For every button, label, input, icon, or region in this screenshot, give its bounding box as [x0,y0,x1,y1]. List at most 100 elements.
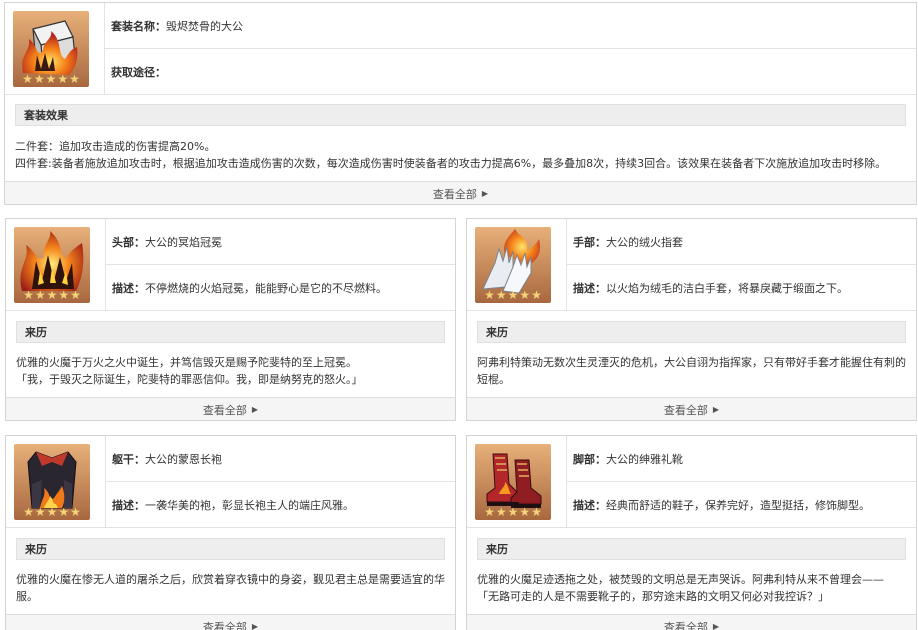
star-icon: ★ [23,505,34,519]
piece-slot-label: 躯干： [112,452,145,466]
lore-line: 阿弗利特策动无数次生灵湮灭的危机，大公自诩为指挥家，只有带好手套才能握住有刺的短… [477,356,906,386]
piece-desc-row: 描述： 以火焰为绒毛的洁白手套，将暴戾藏于缎面之下。 [567,265,916,311]
piece-slot-label: 手部： [573,235,606,249]
star-icon: ★ [45,72,57,86]
piece-desc-label: 描述： [112,499,145,512]
set-thumbnail: ★ ★ ★ ★ ★ [13,11,89,87]
view-all-label: 查看全部 [202,620,247,630]
lore-line: 「无路可走的人是不需要靴子的，那穷途末路的文明又何必对我控诉？」 [477,590,829,603]
caret-right-icon: ▶ [712,622,720,630]
piece-desc-row: 描述： 经典而舒适的鞋子，保养完好，造型挺括，修饰脚型。 [567,482,916,528]
set-effect-title: 套装效果 [15,104,906,126]
piece-card-feet: ★ ★ ★ ★ ★ 脚部： 大公的绅雅礼靴 描述： 经典而舒适的鞋子，保养完好，… [466,435,917,630]
piece-view-all-button[interactable]: 查看全部 ▶ [467,397,916,420]
piece-name: 大公的绒火指套 [606,235,683,249]
view-all-label: 查看全部 [202,403,247,417]
star-icon: ★ [531,288,542,302]
piece-card-body: ★ ★ ★ ★ ★ 躯干： 大公的蒙恩长袍 描述： 一袭华美的袍，彰显长袍主人的… [5,435,456,630]
star-icon: ★ [46,288,58,302]
piece-header: ★ ★ ★ ★ ★ 手部： 大公的绒火指套 描述： 以火焰为绒毛的洁白手套，将暴… [467,219,916,311]
star-icon: ★ [70,288,81,302]
lore-line: 优雅的火魔于万火之火中诞生，并笃信毁灭是赐予陀斐特的至上冠冕。 [16,356,357,369]
star-icon: ★ [495,288,507,302]
piece-view-all-button[interactable]: 查看全部 ▶ [6,614,455,630]
star-icon: ★ [69,72,80,86]
piece-view-all-button[interactable]: 查看全部 ▶ [6,397,455,420]
star-icon: ★ [531,505,542,519]
set-effect-text: 二件套：追加攻击造成的伤害提高20%。 四件套:装备者施放追加攻击时，根据追加攻… [15,138,906,172]
piece-name: 大公的绅雅礼靴 [606,452,683,466]
star-icon: ★ [484,288,495,302]
set-name-row: 套装名称： 毁烬焚骨的大公 [105,3,916,49]
piece-lore-title: 来历 [16,538,445,560]
star-icon: ★ [484,505,495,519]
caret-right-icon: ▶ [481,189,489,198]
rarity-stars: ★ ★ ★ ★ ★ [475,288,551,302]
piece-name-row: 脚部： 大公的绅雅礼靴 [567,436,916,482]
piece-lore-text: 优雅的火魔在惨无人道的屠杀之后，欣赏着穿衣镜中的身姿，觐见君主总是需要适宜的华服… [16,571,445,605]
piece-thumbnail: ★ ★ ★ ★ ★ [475,227,551,303]
set-card: ★ ★ ★ ★ ★ 套装名称： 毁烬焚骨的大公 获取途径： 套装效果 二件套：追… [4,2,917,205]
lore-line: 优雅的火魔在惨无人道的屠杀之后，欣赏着穿衣镜中的身姿，觐见君主总是需要适宜的华服… [16,573,445,603]
star-icon: ★ [57,72,69,86]
piece-view-all-button[interactable]: 查看全部 ▶ [467,614,916,630]
piece-slot-label: 脚部： [573,452,606,466]
piece-desc-row: 描述： 一袭华美的袍，彰显长袍主人的端庄风雅。 [106,482,455,528]
view-all-label: 查看全部 [663,620,708,630]
set-source-label: 获取途径： [111,66,166,79]
star-icon: ★ [33,72,45,86]
star-icon: ★ [519,505,531,519]
rarity-stars: ★ ★ ★ ★ ★ [14,288,90,302]
piece-slot-label: 头部： [112,235,145,249]
star-icon: ★ [507,288,519,302]
piece-card-hands: ★ ★ ★ ★ ★ 手部： 大公的绒火指套 描述： 以火焰为绒毛的洁白手套，将暴… [466,218,917,421]
star-icon: ★ [34,288,46,302]
piece-thumbnail: ★ ★ ★ ★ ★ [475,444,551,520]
star-icon: ★ [70,505,81,519]
star-icon: ★ [519,288,531,302]
piece-desc: 经典而舒适的鞋子，保养完好，造型挺括，修饰脚型。 [606,499,870,512]
set-effect-line-4pc: 四件套:装备者施放追加攻击时，根据追加攻击造成伤害的次数，每次造成伤害时使装备者… [15,157,887,170]
piece-desc: 不停燃烧的火焰冠冕，能能野心是它的不尽燃料。 [145,282,387,295]
star-icon: ★ [34,505,46,519]
piece-lore-title: 来历 [16,321,445,343]
lore-line: 优雅的火魔足迹透拖之处，被焚毁的文明总是无声哭诉。阿弗利特从来不曾理会—— [477,573,884,586]
star-icon: ★ [58,505,70,519]
piece-lore-text: 阿弗利特策动无数次生灵湮灭的危机，大公自诩为指挥家，只有带好手套才能握住有刺的短… [477,354,906,388]
piece-desc-label: 描述： [573,282,606,295]
piece-lore-title: 来历 [477,321,906,343]
piece-thumbnail: ★ ★ ★ ★ ★ [14,444,90,520]
caret-right-icon: ▶ [251,405,259,414]
piece-desc-row: 描述： 不停燃烧的火焰冠冕，能能野心是它的不尽燃料。 [106,265,455,311]
star-icon: ★ [58,288,70,302]
piece-card-head: ★ ★ ★ ★ ★ 头部： 大公的冥焰冠冕 描述： 不停燃烧的火焰冠冕，能能野心… [5,218,456,421]
set-header: ★ ★ ★ ★ ★ 套装名称： 毁烬焚骨的大公 获取途径： [5,3,916,95]
piece-desc-label: 描述： [112,282,145,295]
lore-line: 「我，于毁灭之际诞生，陀斐特的罪恶信仰。我，即是纳努克的怒火。」 [16,373,363,386]
star-icon: ★ [46,505,58,519]
star-icon: ★ [507,505,519,519]
piece-name-row: 手部： 大公的绒火指套 [567,219,916,265]
star-icon: ★ [22,72,33,86]
piece-name-row: 头部： 大公的冥焰冠冕 [106,219,455,265]
piece-desc-label: 描述： [573,499,606,512]
piece-lore-text: 优雅的火魔足迹透拖之处，被焚毁的文明总是无声哭诉。阿弗利特从来不曾理会—— 「无… [477,571,906,605]
set-name-value: 毁烬焚骨的大公 [166,19,243,33]
piece-name-row: 躯干： 大公的蒙恩长袍 [106,436,455,482]
piece-header: ★ ★ ★ ★ ★ 头部： 大公的冥焰冠冕 描述： 不停燃烧的火焰冠冕，能能野心… [6,219,455,311]
piece-desc: 以火焰为绒毛的洁白手套，将暴戾藏于缎面之下。 [606,282,848,295]
piece-lore-title: 来历 [477,538,906,560]
set-view-all-button[interactable]: 查看全部 ▶ [5,181,916,204]
rarity-stars: ★ ★ ★ ★ ★ [14,505,90,519]
piece-header: ★ ★ ★ ★ ★ 脚部： 大公的绅雅礼靴 描述： 经典而舒适的鞋子，保养完好，… [467,436,916,528]
piece-thumbnail: ★ ★ ★ ★ ★ [14,227,90,303]
view-all-label: 查看全部 [432,187,477,201]
piece-header: ★ ★ ★ ★ ★ 躯干： 大公的蒙恩长袍 描述： 一袭华美的袍，彰显长袍主人的… [6,436,455,528]
piece-lore-text: 优雅的火魔于万火之火中诞生，并笃信毁灭是赐予陀斐特的至上冠冕。 「我，于毁灭之际… [16,354,445,388]
caret-right-icon: ▶ [712,405,720,414]
piece-desc: 一袭华美的袍，彰显长袍主人的端庄风雅。 [145,499,354,512]
view-all-label: 查看全部 [663,403,708,417]
rarity-stars: ★ ★ ★ ★ ★ [475,505,551,519]
caret-right-icon: ▶ [251,622,259,630]
rarity-stars: ★ ★ ★ ★ ★ [13,72,89,86]
